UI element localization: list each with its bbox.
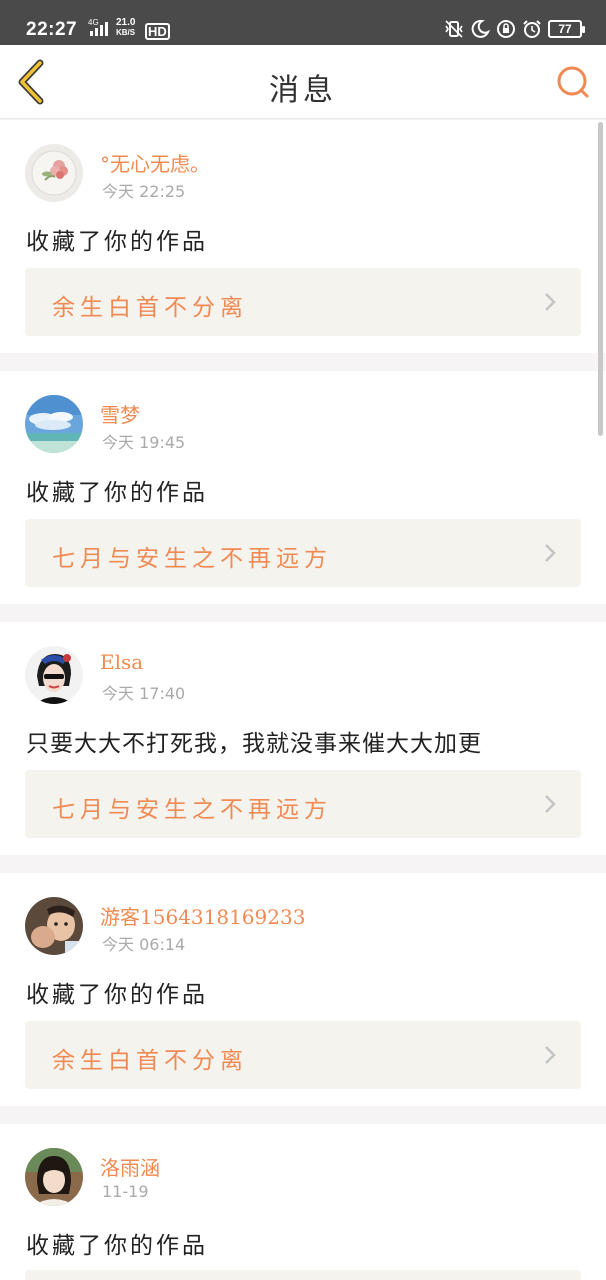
sender-name[interactable]: 雪梦	[100, 399, 140, 428]
moon-icon	[470, 19, 490, 39]
girl-avatar[interactable]	[25, 646, 83, 704]
message-text: 收藏了你的作品	[26, 1233, 208, 1259]
battery-indicator: 77	[548, 20, 585, 38]
sender-name[interactable]: °无心无虑。	[100, 148, 210, 177]
work-title: 余生白首不分离	[52, 295, 248, 321]
work-title: 七月与安生之不再远方	[52, 546, 332, 572]
sky-avatar[interactable]	[25, 395, 83, 453]
message-list: °无心无虑。 今天 22:25 收藏了你的作品 余生白首不分离 雪梦 今天 19…	[0, 120, 606, 1280]
message-time: 11-19	[102, 1182, 149, 1201]
page-title: 消息	[269, 73, 337, 108]
message-item[interactable]: 洛雨涵 11-19 收藏了你的作品	[0, 1124, 606, 1280]
vibrate-icon	[444, 19, 464, 39]
message-item[interactable]: 游客1564318169233 今天 06:14 收藏了你的作品 余生白首不分离	[0, 873, 606, 1106]
work-title: 余生白首不分离	[52, 1048, 248, 1074]
message-item[interactable]: °无心无虑。 今天 22:25 收藏了你的作品 余生白首不分离	[0, 120, 606, 353]
search-icon	[557, 66, 589, 98]
message-item[interactable]: 雪梦 今天 19:45 收藏了你的作品 七月与安生之不再远方	[0, 371, 606, 604]
speed-unit: KB/S	[116, 28, 136, 37]
chevron-right-icon	[545, 1046, 556, 1064]
flower-avatar[interactable]	[25, 144, 83, 202]
scrollbar[interactable]	[598, 122, 603, 436]
sender-name[interactable]: 洛雨涵	[100, 1152, 160, 1181]
child-avatar[interactable]	[25, 897, 83, 955]
message-time: 今天 19:45	[102, 433, 186, 452]
message-time: 今天 06:14	[102, 935, 186, 954]
network-speed: 21.0 KB/S	[116, 18, 135, 38]
message-text: 收藏了你的作品	[26, 229, 208, 255]
search-button[interactable]	[554, 63, 592, 101]
status-time: 22:27	[26, 19, 78, 40]
message-time: 今天 17:40	[102, 684, 186, 703]
portrait-avatar[interactable]	[25, 1148, 83, 1206]
chevron-right-icon	[545, 795, 556, 813]
alarm-icon	[522, 19, 542, 39]
signal-icon	[90, 22, 108, 36]
status-bar: 22:27 4G 21.0 KB/S HD 77	[0, 0, 606, 45]
work-link[interactable]: 余生白首不分离	[25, 1021, 581, 1089]
message-time: 今天 22:25	[102, 182, 186, 201]
chevron-right-icon	[545, 544, 556, 562]
chevron-right-icon	[545, 293, 556, 311]
sender-name[interactable]: 游客1564318169233	[100, 901, 305, 930]
work-link[interactable]: 余生白首不分离	[25, 268, 581, 336]
sender-name[interactable]: Elsa	[100, 650, 143, 674]
header-bar: 消息	[0, 45, 606, 119]
work-link[interactable]: 七月与安生之不再远方	[25, 770, 581, 838]
hd-badge: HD	[145, 23, 170, 40]
message-item[interactable]: Elsa 今天 17:40 只要大大不打死我，我就没事来催大大加更 七月与安生之…	[0, 622, 606, 855]
message-text: 收藏了你的作品	[26, 982, 208, 1008]
speed-value: 21.0	[116, 17, 136, 28]
message-text: 收藏了你的作品	[26, 480, 208, 506]
status-icons: 77	[444, 19, 585, 39]
lock-rotation-icon	[496, 19, 516, 39]
message-text: 只要大大不打死我，我就没事来催大大加更	[26, 731, 482, 757]
work-link[interactable]: 七月与安生之不再远方	[25, 519, 581, 587]
work-title: 七月与安生之不再远方	[52, 797, 332, 823]
work-link-partial[interactable]	[25, 1270, 581, 1280]
